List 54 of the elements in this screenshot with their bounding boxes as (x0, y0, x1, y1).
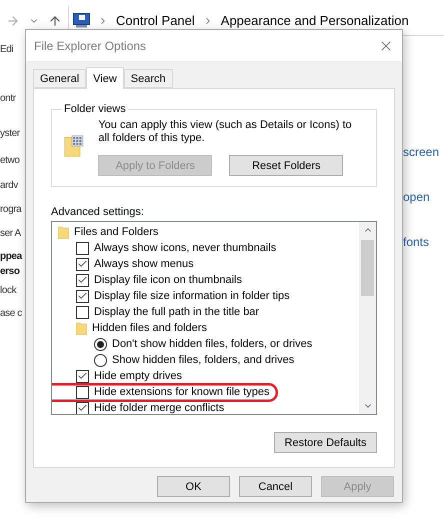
task-link[interactable]: open (403, 189, 444, 205)
sidebar-link[interactable]: ser A (0, 226, 22, 241)
folder-action-button[interactable]: Reset Folders (229, 155, 344, 176)
option-label: Always show menus (94, 258, 194, 270)
folder-icon (58, 226, 69, 238)
option-label: Display the full path in the title bar (94, 306, 260, 318)
option-label: Display file icon on thumbnails (94, 274, 242, 286)
checkbox[interactable] (76, 386, 89, 398)
sidebar-link[interactable]: ardv (0, 178, 22, 193)
checkbox[interactable] (76, 258, 89, 270)
dialog-button[interactable]: Cancel (239, 476, 312, 497)
option-label: Always show icons, never thumbnails (94, 242, 276, 254)
sidebar-link[interactable]: yster (0, 126, 22, 141)
sidebar-link[interactable]: ontr (0, 91, 22, 106)
sidebar-link[interactable]: Edi (0, 42, 22, 57)
tab[interactable]: Search (124, 69, 173, 88)
category-label: Files and Folders (74, 226, 158, 238)
sidebar-link[interactable]: rogra (0, 202, 22, 217)
category-label: Hidden files and folders (92, 322, 207, 334)
dialog-title: File Explorer Options (34, 38, 146, 52)
radio-button[interactable] (94, 354, 107, 366)
option-label: Hide extensions for known file types (94, 386, 270, 398)
breadcrumb-item[interactable]: Appearance and Personalization (220, 13, 409, 28)
up-icon[interactable] (48, 14, 62, 28)
section-label: Advanced settings: (51, 206, 145, 218)
folder-icon (76, 322, 87, 334)
sidebar-link[interactable]: lock (0, 283, 22, 298)
option-label: Hide folder merge conflicts (94, 402, 224, 414)
radio-button[interactable] (94, 338, 107, 350)
scroll-thumb[interactable] (361, 240, 374, 296)
option-label: Don't show hidden files, folders, or drives (112, 338, 312, 350)
tab[interactable]: View (86, 67, 124, 89)
scrollbar-track[interactable] (359, 222, 376, 414)
checkbox[interactable] (76, 370, 89, 382)
task-link[interactable]: screen (403, 144, 444, 160)
option-label: Display file size information in folder tips (94, 290, 290, 302)
restore-defaults-button[interactable]: Restore Defaults (274, 432, 377, 453)
task-link[interactable]: fonts (403, 234, 444, 250)
checkbox[interactable] (76, 242, 89, 254)
sidebar-link[interactable]: ppea (0, 249, 22, 264)
sidebar-link[interactable]: etwo (0, 153, 22, 168)
checkbox[interactable] (76, 402, 89, 414)
checkbox[interactable] (76, 274, 89, 286)
breadcrumb-item[interactable]: Control Panel (116, 13, 195, 28)
tab[interactable]: General (33, 69, 86, 88)
option-label: Hide empty drives (94, 370, 182, 382)
sidebar-link[interactable]: erso (0, 264, 22, 279)
option-label: Show hidden files, folders, and drives (112, 354, 294, 366)
description-text: You can apply this view (such as Details or Icons) to all folders of this type. (98, 119, 353, 145)
sidebar-link[interactable]: ase c (0, 306, 22, 321)
checkbox[interactable] (76, 290, 89, 302)
group-title: Folder views (63, 103, 127, 115)
checkbox[interactable] (76, 306, 89, 318)
dialog-button[interactable]: OK (157, 476, 230, 497)
